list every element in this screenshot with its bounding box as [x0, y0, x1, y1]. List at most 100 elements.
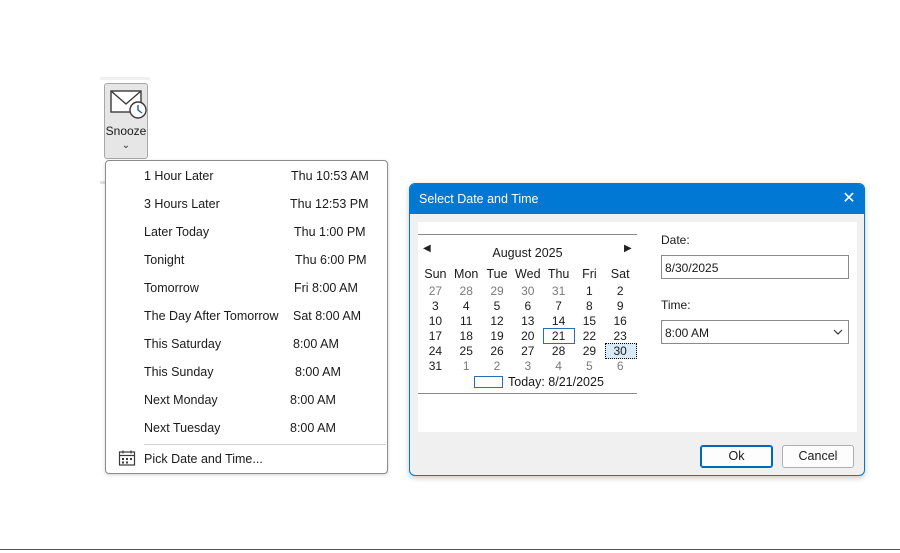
calendar-day[interactable]: 19: [482, 329, 513, 344]
calendar-week: 31 1 2 3 4 5 6: [420, 359, 636, 374]
menu-item-label: 1 Hour Later: [144, 169, 214, 183]
menu-item-label: Next Tuesday: [144, 421, 221, 435]
calendar-day[interactable]: 31: [420, 359, 451, 374]
menu-item-time: 8:00 AM: [290, 421, 336, 435]
menu-item-this-sunday[interactable]: This Sunday 8:00 AM: [106, 358, 387, 386]
triangle-right-icon[interactable]: ▶: [624, 243, 632, 254]
snooze-button[interactable]: Snooze ⌄: [104, 83, 148, 159]
cancel-button[interactable]: Cancel: [782, 445, 854, 468]
menu-item-later-today[interactable]: Later Today Thu 1:00 PM: [106, 218, 387, 246]
today-marker: [474, 376, 503, 388]
calendar-day[interactable]: 6: [512, 299, 543, 314]
calendar-day[interactable]: 27: [512, 344, 543, 359]
calendar-day[interactable]: 2: [605, 284, 636, 299]
calendar-day[interactable]: 26: [482, 344, 513, 359]
menu-item-label: 3 Hours Later: [144, 197, 220, 211]
calendar-day[interactable]: 5: [574, 359, 605, 374]
snooze-label: Snooze: [105, 124, 147, 138]
calendar-day[interactable]: 7: [543, 299, 574, 314]
chevron-down-icon: [833, 329, 843, 335]
calendar-day[interactable]: 11: [451, 314, 482, 329]
calendar-weekday-header: Sun Mon Tue Wed Thu Fri Sat: [420, 267, 636, 282]
menu-separator: [144, 444, 386, 445]
calendar-day[interactable]: 4: [543, 359, 574, 374]
calendar-day[interactable]: 28: [543, 344, 574, 359]
weekday-label: Sat: [610, 267, 630, 281]
calendar-day[interactable]: 24: [420, 344, 451, 359]
chevron-down-icon: ⌄: [121, 140, 131, 151]
calendar-day[interactable]: 9: [605, 299, 636, 314]
menu-item-next-monday[interactable]: Next Monday 8:00 AM: [106, 386, 387, 414]
calendar-day-selected[interactable]: 30: [604, 343, 637, 359]
menu-item-day-after-tomorrow[interactable]: The Day After Tomorrow Sat 8:00 AM: [106, 302, 387, 330]
calendar-day-today[interactable]: 21: [543, 328, 575, 344]
pick-date-time-label: Pick Date and Time...: [144, 452, 263, 466]
menu-item-pick-date-time[interactable]: Pick Date and Time...: [106, 446, 387, 472]
calendar-day[interactable]: 14: [543, 314, 574, 329]
date-label: Date:: [661, 233, 690, 247]
menu-item-this-saturday[interactable]: This Saturday 8:00 AM: [106, 330, 387, 358]
calendar-day[interactable]: 10: [420, 314, 451, 329]
menu-item-next-tuesday[interactable]: Next Tuesday 8:00 AM: [106, 414, 387, 442]
weekday-label: Wed: [515, 267, 541, 281]
menu-item-time: Thu 10:53 AM: [291, 169, 369, 183]
calendar-day[interactable]: 20: [512, 329, 543, 344]
menu-item-time: 8:00 AM: [290, 393, 336, 407]
calendar-day[interactable]: 27: [420, 284, 451, 299]
menu-item-3-hours-later[interactable]: 3 Hours Later Thu 12:53 PM: [106, 190, 387, 218]
calendar-day[interactable]: 1: [574, 284, 605, 299]
calendar-icon: [118, 450, 136, 466]
time-value: 8:00 AM: [665, 326, 710, 340]
menu-item-tomorrow[interactable]: Tomorrow Fri 8:00 AM: [106, 274, 387, 302]
calendar-day[interactable]: 2: [482, 359, 513, 374]
calendar-day[interactable]: 5: [482, 299, 513, 314]
dialog-title: Select Date and Time: [419, 192, 539, 206]
calendar-day[interactable]: 30: [512, 284, 543, 299]
today-link[interactable]: Today: 8/21/2025: [508, 375, 604, 389]
menu-item-label: This Sunday: [144, 365, 214, 379]
menu-item-label: This Saturday: [144, 337, 222, 351]
calendar-day[interactable]: 8: [574, 299, 605, 314]
calendar-month-label[interactable]: August 2025: [418, 246, 637, 260]
ok-button[interactable]: Ok: [700, 445, 773, 468]
menu-item-1-hour-later[interactable]: 1 Hour Later Thu 10:53 AM: [106, 162, 387, 190]
menu-item-label: Later Today: [144, 225, 210, 239]
menu-item-tonight[interactable]: Tonight Thu 6:00 PM: [106, 246, 387, 274]
calendar-day[interactable]: 22: [574, 329, 605, 344]
menu-item-time: Thu 12:53 PM: [290, 197, 369, 211]
time-dropdown[interactable]: 8:00 AM: [661, 320, 849, 344]
calendar-day[interactable]: 12: [482, 314, 513, 329]
calendar-day[interactable]: 17: [420, 329, 451, 344]
calendar-day[interactable]: 15: [574, 314, 605, 329]
time-label: Time:: [661, 298, 691, 312]
calendar-day[interactable]: 3: [512, 359, 543, 374]
calendar-day-selected-label: 30: [613, 344, 627, 358]
date-field[interactable]: 8/30/2025: [661, 255, 849, 279]
calendar-day[interactable]: 16: [605, 314, 636, 329]
menu-item-label: Tonight: [144, 253, 185, 267]
calendar-day[interactable]: 31: [543, 284, 574, 299]
calendar-day[interactable]: 23: [605, 329, 636, 344]
menu-item-time: 8:00 AM: [295, 365, 341, 379]
calendar-day[interactable]: 3: [420, 299, 451, 314]
menu-item-time: Thu 6:00 PM: [295, 253, 367, 267]
calendar-day[interactable]: 6: [605, 359, 636, 374]
month-calendar: ◀ August 2025 ▶ Sun Mon Tue Wed Thu Fri …: [418, 234, 637, 394]
calendar-day[interactable]: 18: [451, 329, 482, 344]
calendar-day[interactable]: 1: [451, 359, 482, 374]
menu-item-time: Thu 1:00 PM: [294, 225, 366, 239]
dialog-titlebar: Select Date and Time ✕: [410, 184, 864, 214]
calendar-week: 27 28 29 30 31 1 2: [420, 284, 636, 299]
envelope-clock-icon: [110, 90, 147, 119]
calendar-day[interactable]: 13: [512, 314, 543, 329]
calendar-week: 17 18 19 20 21 22 23: [420, 328, 636, 344]
calendar-day[interactable]: 29: [574, 344, 605, 359]
calendar-day[interactable]: 29: [482, 284, 513, 299]
menu-item-time: Sat 8:00 AM: [293, 309, 362, 323]
menu-item-time: Fri 8:00 AM: [294, 281, 358, 295]
calendar-day[interactable]: 25: [451, 344, 482, 359]
close-icon[interactable]: ✕: [834, 184, 864, 214]
calendar-day[interactable]: 4: [451, 299, 482, 314]
calendar-day[interactable]: 28: [451, 284, 482, 299]
weekday-label: Sun: [424, 267, 447, 281]
